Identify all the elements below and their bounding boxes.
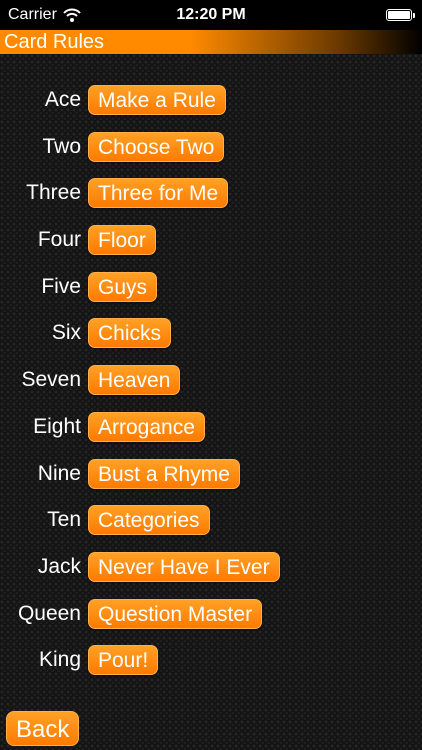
rule-row-king: King Pour! [0, 645, 422, 692]
card-label: Four [37, 228, 81, 252]
rule-button[interactable]: Guys [88, 271, 158, 302]
rule-row-two: Two Choose Two [0, 131, 422, 179]
title-bar: Card Rules [0, 30, 422, 54]
status-time: 12:20 PM [176, 6, 246, 23]
rules-list: Ace Make a Rule Two Choose Two Three Three fo… [0, 85, 422, 692]
rule-button[interactable]: Pour! [88, 645, 159, 676]
battery-icon [386, 9, 415, 21]
card-label: Jack [37, 554, 81, 578]
card-label: Six [51, 321, 81, 345]
card-label: King [38, 648, 81, 672]
rule-row-six: Six Chicks [0, 318, 422, 365]
rule-button[interactable]: Chicks [88, 318, 172, 349]
rule-row-three: Three Three for Me [0, 178, 422, 225]
rule-button[interactable]: Make a Rule [88, 85, 226, 115]
card-label: Nine [37, 461, 81, 485]
rule-button[interactable]: Categories [88, 505, 210, 536]
rule-row-eight: Eight Arrogance [0, 411, 422, 459]
rule-row-jack: Jack Never Have I Ever [0, 551, 422, 599]
card-label: Ace [44, 88, 81, 111]
card-label: Ten [47, 508, 81, 532]
rule-row-queen: Queen Question Master [0, 598, 422, 646]
rule-button[interactable]: Never Have I Ever [88, 551, 280, 582]
rule-row-seven: Seven Heaven [0, 365, 422, 412]
rule-row-four: Four Floor [0, 225, 422, 272]
rule-button[interactable]: Bust a Rhyme [88, 458, 240, 489]
status-bar: Carrier 12:20 PM [0, 0, 422, 30]
card-label: Seven [21, 368, 81, 392]
card-label: Eight [33, 414, 81, 438]
page-title: Card Rules [4, 31, 105, 53]
rule-row-ace: Ace Make a Rule [0, 85, 422, 132]
card-label: Five [41, 274, 81, 298]
card-label: Two [42, 134, 81, 158]
rule-button[interactable]: Floor [88, 225, 156, 256]
rule-row-ten: Ten Categories [0, 505, 422, 552]
rule-button[interactable]: Question Master [88, 598, 263, 629]
rule-row-five: Five Guys [0, 271, 422, 319]
battery-fill [388, 11, 410, 19]
rule-button[interactable]: Choose Two [88, 131, 225, 162]
card-label: Three [26, 181, 81, 205]
card-label: Queen [17, 601, 81, 625]
rule-button[interactable]: Three for Me [88, 178, 229, 209]
rule-button[interactable]: Heaven [88, 365, 181, 396]
rule-row-nine: Nine Bust a Rhyme [0, 458, 422, 506]
rule-button[interactable]: Arrogance [88, 411, 205, 442]
back-button[interactable]: Back [6, 711, 80, 746]
